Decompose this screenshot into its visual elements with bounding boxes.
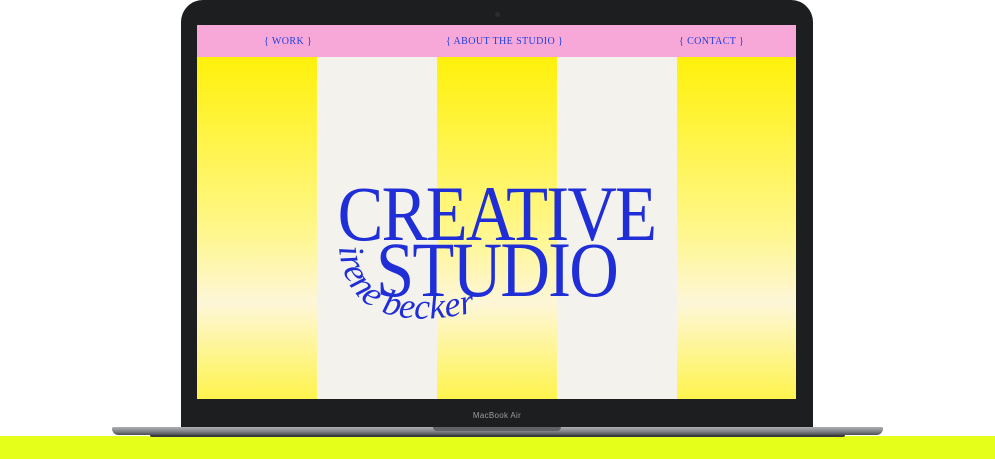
nav-link-about[interactable]: { ABOUT THE STUDIO } xyxy=(446,36,563,47)
model-label: MacBook Air xyxy=(472,411,522,420)
nav-link-work[interactable]: { WORK } xyxy=(264,36,312,47)
script-name: irene becker xyxy=(331,243,478,326)
svg-text:irene becker: irene becker xyxy=(331,243,478,326)
laptop-base-shadow xyxy=(150,435,845,437)
website-screen: { WORK } { ABOUT THE STUDIO } { CONTACT … xyxy=(197,25,796,399)
camera-dot xyxy=(495,12,500,17)
script-signature: irene becker xyxy=(331,243,478,326)
top-nav: { WORK } { ABOUT THE STUDIO } { CONTACT … xyxy=(197,25,796,57)
floor-band xyxy=(0,436,995,459)
laptop-notch xyxy=(433,427,561,431)
hero: CREATIVE STUDIO irene becker xyxy=(197,25,796,399)
nav-link-contact[interactable]: { CONTACT } xyxy=(679,36,744,47)
